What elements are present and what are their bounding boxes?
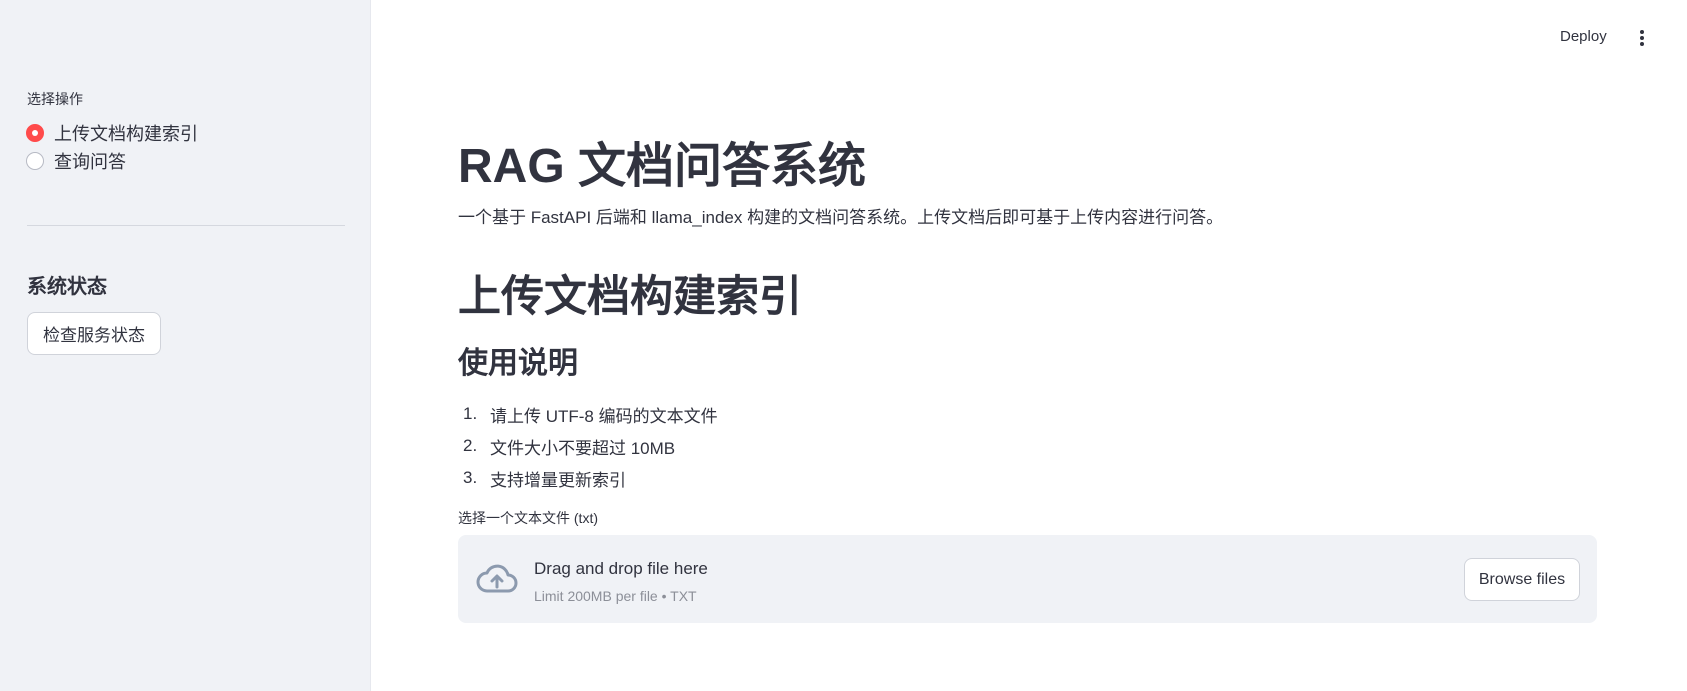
file-uploader-label: 选择一个文本文件 (txt): [458, 510, 598, 526]
system-status-heading: 系统状态: [27, 276, 107, 298]
cloud-upload-icon: [476, 564, 518, 593]
radio-unselected-icon[interactable]: [26, 152, 44, 170]
usage-list: 1. 请上传 UTF-8 编码的文本文件 2. 文件大小不要超过 10MB 3.…: [458, 398, 718, 494]
list-item-text: 请上传 UTF-8 编码的文本文件: [490, 406, 718, 426]
radio-selected-icon[interactable]: [26, 124, 44, 142]
radio-option-label: 上传文档构建索引: [54, 124, 198, 144]
sidebar-divider: [27, 225, 345, 226]
deploy-button[interactable]: Deploy: [1560, 28, 1607, 45]
dropzone-limit: Limit 200MB per file • TXT: [534, 588, 697, 604]
usage-title: 使用说明: [458, 347, 578, 380]
list-item: 3. 支持增量更新索引: [458, 462, 718, 494]
page-subtitle: 一个基于 FastAPI 后端和 llama_index 构建的文档问答系统。上…: [458, 208, 1224, 227]
more-vertical-icon[interactable]: [1634, 28, 1650, 48]
page-title: RAG 文档问答系统: [458, 140, 867, 193]
sidebar: 选择操作 上传文档构建索引 查询问答 系统状态 检查服务状态: [0, 0, 371, 691]
list-item-text: 文件大小不要超过 10MB: [490, 438, 676, 458]
list-item-number: 3.: [463, 468, 478, 487]
radio-option-query[interactable]: 查询问答: [26, 148, 126, 174]
browse-files-button[interactable]: Browse files: [1464, 558, 1580, 601]
dropzone-instructions: Drag and drop file here: [534, 559, 708, 578]
list-item: 1. 请上传 UTF-8 编码的文本文件: [458, 398, 718, 430]
file-dropzone[interactable]: Drag and drop file here Limit 200MB per …: [458, 535, 1597, 623]
list-item-number: 1.: [463, 404, 478, 423]
check-service-status-button[interactable]: 检查服务状态: [27, 312, 161, 355]
list-item-number: 2.: [463, 436, 478, 455]
radio-group-label: 选择操作: [27, 91, 83, 107]
radio-option-upload[interactable]: 上传文档构建索引: [26, 120, 198, 146]
list-item-text: 支持增量更新索引: [490, 470, 626, 490]
radio-option-label: 查询问答: [54, 152, 126, 172]
section-title: 上传文档构建索引: [458, 273, 802, 321]
list-item: 2. 文件大小不要超过 10MB: [458, 430, 718, 462]
